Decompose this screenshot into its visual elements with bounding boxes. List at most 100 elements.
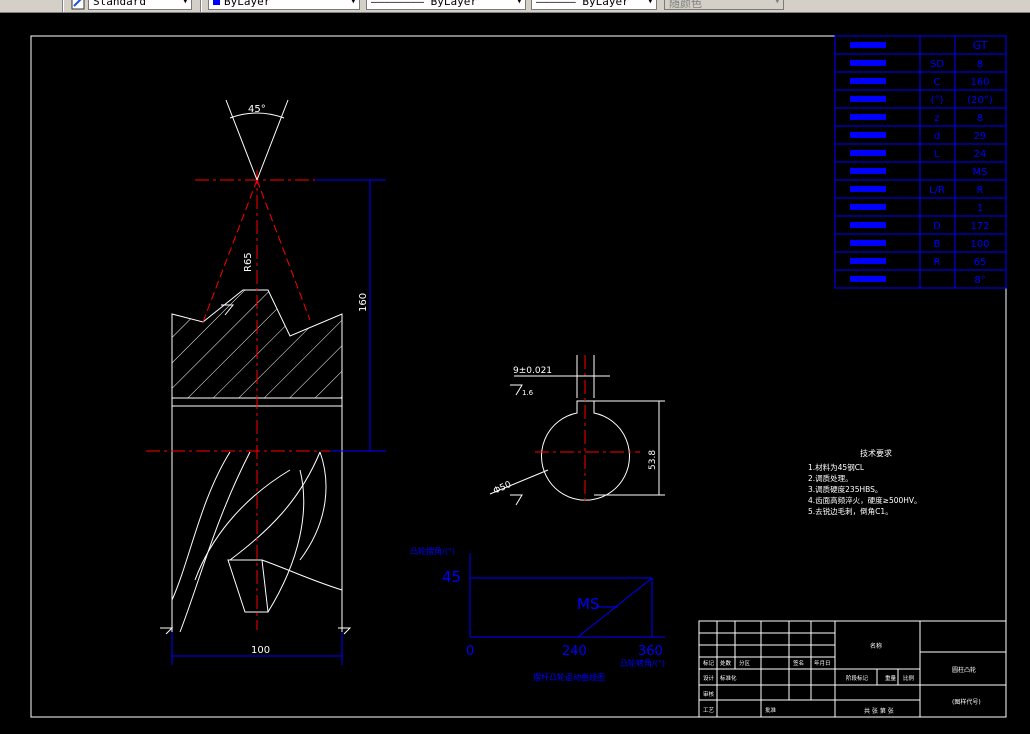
segment-label: MS bbox=[577, 595, 599, 613]
linetype-select[interactable]: ———————— ByLayer ▼ bbox=[366, 0, 526, 10]
text-style-icon[interactable] bbox=[71, 0, 85, 10]
color-select[interactable]: ByLayer ▼ bbox=[208, 0, 360, 10]
title-label: 年月日 bbox=[814, 659, 831, 667]
table-cell-name bbox=[850, 77, 886, 84]
title-label: 标记 bbox=[703, 659, 715, 667]
technical-requirements: 技术要求 1.材料为45钢CL2.调质处理。3.调质硬度235HBS。4.齿面高… bbox=[808, 448, 922, 516]
table-cell-value: 65 bbox=[974, 257, 987, 268]
table-cell-value: R bbox=[977, 185, 984, 196]
table-cell-name bbox=[850, 149, 886, 156]
chevron-down-icon: ▼ bbox=[350, 0, 356, 6]
table-cell-value: (20°) bbox=[967, 95, 993, 106]
table-cell-symbol: C bbox=[934, 77, 941, 88]
table-cell-symbol: L bbox=[934, 149, 940, 160]
table-cell-name bbox=[850, 203, 886, 210]
radius-dim: R65 bbox=[243, 252, 254, 272]
groove-curve bbox=[194, 469, 291, 581]
table-cell-name bbox=[850, 185, 886, 192]
groove-curve bbox=[171, 451, 231, 601]
motion-chart: MS 45 0 240 360 凸轮摆角/(°) 凸轮转角/(°) 摆杆凸轮运动… bbox=[410, 546, 665, 682]
title-label: 工艺 bbox=[703, 707, 715, 714]
table-cell-value: 29 bbox=[974, 131, 987, 142]
table-cell-name bbox=[850, 113, 886, 120]
table-cell-value: 160 bbox=[970, 77, 989, 88]
table-cell-symbol: d bbox=[934, 131, 940, 142]
height-dim: 160 bbox=[358, 293, 369, 312]
chevron-down-icon: ▼ bbox=[516, 0, 522, 6]
linetype-value: ByLayer bbox=[430, 0, 477, 8]
tech-req-item: 2.调质处理。 bbox=[808, 473, 853, 483]
table-cell-value: 8 bbox=[977, 59, 983, 70]
table-cell-symbol: L/R bbox=[929, 185, 945, 196]
plot-style-value: 随颜色 bbox=[669, 0, 702, 10]
table-cell-value: 100 bbox=[970, 239, 989, 250]
angle-dim: 45° bbox=[248, 104, 266, 115]
table-cell-symbol: z bbox=[934, 113, 939, 124]
properties-toolbar: Standard ▼ ByLayer ▼ ———————— ByLayer ▼ … bbox=[0, 0, 1030, 13]
x-axis-label: 凸轮转角/(°) bbox=[620, 658, 665, 668]
table-header-value: GT bbox=[973, 39, 988, 52]
y-axis-label: 凸轮摆角/(°) bbox=[410, 546, 455, 556]
toolbar-separator bbox=[62, 0, 64, 12]
hub-section-view: 9±0.021 53.8 Φ50 1.6 bbox=[489, 355, 665, 506]
table-cell-name bbox=[850, 95, 886, 102]
table-cell-value: 24 bbox=[974, 149, 987, 160]
table-cell-name bbox=[850, 257, 886, 264]
title-label: 比例 bbox=[903, 674, 915, 682]
parameter-table bbox=[834, 35, 1007, 289]
table-cell-value: 1 bbox=[977, 203, 983, 214]
title-label: 标准化 bbox=[720, 674, 737, 682]
roughness-symbol bbox=[510, 494, 523, 506]
table-cell-name bbox=[850, 167, 886, 174]
color-value: ByLayer bbox=[224, 0, 271, 8]
chart-caption: 摆杆凸轮运动曲线图 bbox=[533, 672, 605, 682]
tech-req-item: 4.齿面高频淬火，硬度≥500HV。 bbox=[808, 495, 922, 505]
roughness-symbol bbox=[510, 384, 523, 396]
y-value-label: 45 bbox=[442, 568, 461, 586]
lineweight-select[interactable]: —————— ByLayer ▼ bbox=[531, 0, 657, 10]
title-label: 签名 bbox=[793, 659, 804, 667]
groove-curve bbox=[261, 559, 343, 591]
table-cell-name bbox=[850, 41, 886, 48]
title-label: 阶段标记 bbox=[846, 674, 869, 682]
text-style-select[interactable]: Standard ▼ bbox=[88, 0, 192, 10]
table-cell-symbol: R bbox=[934, 257, 941, 268]
title-label: 处数 bbox=[720, 659, 732, 667]
table-cell-name bbox=[850, 275, 886, 282]
title-label: 审核 bbox=[703, 690, 715, 698]
tech-req-item: 5.去锐边毛刺，倒角C1。 bbox=[808, 506, 893, 516]
title-part-name: 圆柱凸轮 bbox=[952, 666, 976, 674]
table-cell-symbol: (°) bbox=[931, 95, 944, 106]
tech-req-title: 技术要求 bbox=[860, 448, 892, 458]
width-dim: 100 bbox=[251, 645, 270, 656]
roughness-value: 1.6 bbox=[522, 389, 534, 397]
groove-profile bbox=[227, 559, 269, 613]
table-cell-name bbox=[850, 221, 886, 228]
title-scale-row: 共 张 第 张 bbox=[864, 707, 894, 715]
title-label: 设计 bbox=[703, 674, 715, 682]
table-cell-symbol: B bbox=[934, 239, 941, 250]
title-label: 分区 bbox=[739, 659, 751, 667]
key-width-dim: 9±0.021 bbox=[513, 366, 552, 376]
lineweight-value: ByLayer bbox=[582, 0, 629, 8]
cam-front-view: 45° R65 160 100 bbox=[146, 99, 386, 665]
table-cell-name bbox=[850, 239, 886, 246]
toolbar-separator bbox=[200, 0, 202, 12]
x-tick-360: 360 bbox=[638, 644, 663, 659]
chevron-down-icon: ▼ bbox=[774, 0, 780, 6]
tech-req-item: 1.材料为45钢CL bbox=[808, 462, 865, 472]
drawing-canvas[interactable]: GT SD 8 C 160 (°) (20°) z 8 d 29 L 24 MS L/R R 1 D 172 B 100… bbox=[0, 13, 1030, 734]
x-tick-240: 240 bbox=[562, 644, 587, 659]
title-label: 重量 bbox=[885, 674, 897, 682]
key-depth-dim: 53.8 bbox=[648, 450, 658, 470]
table-cell-value: MS bbox=[973, 167, 988, 178]
roughness-symbol bbox=[338, 627, 352, 635]
table-cell-name bbox=[850, 131, 886, 138]
text-style-value: Standard bbox=[93, 0, 146, 8]
chevron-down-icon: ▼ bbox=[647, 0, 653, 6]
table-cell-value: 8 bbox=[977, 113, 983, 124]
table-cell-name bbox=[850, 59, 886, 66]
title-name-cell: 名称 bbox=[870, 642, 882, 650]
table-cell-symbol: D bbox=[933, 221, 941, 232]
tech-req-item: 3.调质硬度235HBS。 bbox=[808, 484, 882, 494]
